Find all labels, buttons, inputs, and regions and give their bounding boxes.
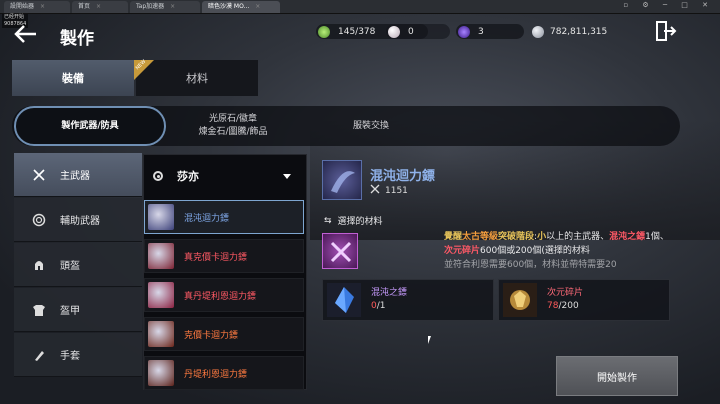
item-thumbnail bbox=[322, 160, 362, 200]
character-select-dropdown[interactable]: 莎亦 bbox=[143, 158, 307, 194]
item-thumbnail-icon bbox=[148, 243, 174, 269]
resource-energy: 145/378 bbox=[318, 24, 375, 40]
material-card[interactable]: 次元碎片 78/200 bbox=[498, 279, 670, 321]
item-list-row[interactable]: 混沌迴力鏢 bbox=[144, 200, 304, 234]
exit-door-icon[interactable] bbox=[655, 20, 677, 42]
resource-pearl: 0 bbox=[388, 24, 414, 40]
materials-heading: ⇆ 選擇的材料 bbox=[324, 215, 383, 228]
resource-crystal: 3 bbox=[458, 24, 484, 40]
helmet-icon bbox=[32, 258, 46, 272]
green-orb-icon bbox=[318, 26, 330, 38]
crossed-swords-icon bbox=[370, 184, 380, 197]
sidebar-item-sub-weapon[interactable]: 輔助武器 bbox=[14, 198, 142, 242]
swap-icon: ⇆ bbox=[324, 215, 332, 226]
purple-orb-icon bbox=[458, 26, 470, 38]
glove-icon bbox=[32, 348, 46, 362]
item-list-name: 克價卡迴力鏢 bbox=[184, 330, 239, 341]
item-list-name: 丹堤利恩迴力鏢 bbox=[184, 369, 248, 380]
item-list-name: 混沌迴力鏢 bbox=[184, 213, 230, 224]
item-power: 1151 bbox=[370, 184, 408, 197]
sidebar-item-main-weapon[interactable]: 主武器 bbox=[14, 153, 142, 197]
subtab-stones-accessories[interactable]: 光原石/徽章 煉金石/圖騰/飾品 bbox=[178, 106, 288, 146]
sidebar-item-armor[interactable]: 盔甲 bbox=[14, 288, 142, 332]
start-crafting-button[interactable]: 開始製作 bbox=[556, 356, 678, 396]
item-thumbnail-icon bbox=[148, 321, 174, 347]
radio-icon bbox=[153, 171, 163, 181]
page-title: 製作 bbox=[60, 29, 94, 49]
silver-coin-icon bbox=[532, 26, 544, 38]
item-thumbnail-icon bbox=[148, 360, 174, 386]
item-name: 混沌迴力鏢 bbox=[370, 169, 436, 184]
resource-silver: 782,811,315 bbox=[532, 24, 607, 40]
chevron-down-icon bbox=[283, 174, 291, 179]
browser-tab[interactable]: 首页 × bbox=[72, 1, 128, 13]
subtab-costume-exchange[interactable]: 服裝交換 bbox=[316, 106, 426, 146]
mouse-cursor bbox=[428, 336, 431, 344]
item-list-name: 真丹堤利恩迴力鏢 bbox=[184, 291, 257, 302]
item-thumbnail-icon bbox=[148, 204, 174, 230]
window-controls[interactable]: ▫ ⚙ ─ □ ✕ bbox=[623, 1, 714, 9]
gold-shard-icon bbox=[503, 283, 537, 317]
armor-icon bbox=[32, 303, 46, 317]
browser-tab[interactable]: Tap加速器 × bbox=[130, 1, 200, 13]
back-arrow-icon[interactable] bbox=[14, 24, 38, 48]
browser-tab[interactable]: 設開始器 × bbox=[4, 1, 70, 13]
item-list-row[interactable]: 克價卡迴力鏢 bbox=[144, 317, 304, 351]
subtab-weapon-armor[interactable]: 製作武器/防具 bbox=[14, 106, 166, 146]
item-list-row[interactable]: 丹堤利恩迴力鏢 bbox=[144, 356, 304, 390]
item-thumbnail-icon bbox=[148, 282, 174, 308]
sidebar-item-gloves[interactable]: 手套 bbox=[14, 333, 142, 377]
tab-equipment[interactable]: 裝備 bbox=[12, 60, 134, 96]
material-card[interactable]: 混沌之鏢 0/1 bbox=[322, 279, 494, 321]
ring-icon bbox=[32, 213, 46, 227]
item-list-name: 真克價卡迴力鏢 bbox=[184, 252, 248, 263]
tab-materials[interactable]: 材料 bbox=[136, 60, 258, 96]
requirement-description: 覺醒太古等級突破階段:小以上的主武器、混沌之鏢1個、次元碎片600個或200個(… bbox=[444, 232, 669, 268]
blue-crystal-icon bbox=[327, 283, 361, 317]
item-list-row[interactable]: 真丹堤利恩迴力鏢 bbox=[144, 278, 304, 312]
crossed-swords-icon bbox=[32, 168, 46, 182]
material-slot-icon[interactable] bbox=[322, 233, 358, 269]
sidebar-item-helmet[interactable]: 頭盔 bbox=[14, 243, 142, 287]
browser-tab-bar: 設開始器 × 首页 × Tap加速器 × 暗色沙漠 MO... × ▫ ⚙ ─ □ ✕ bbox=[0, 0, 720, 14]
item-list-row[interactable]: 真克價卡迴力鏢 bbox=[144, 239, 304, 273]
browser-tab-active[interactable]: 暗色沙漠 MO... × bbox=[202, 1, 280, 13]
pearl-icon bbox=[388, 26, 400, 38]
